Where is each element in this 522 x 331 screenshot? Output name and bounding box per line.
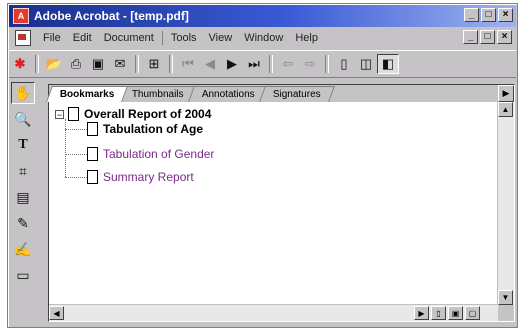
bookmark-label: Tabulation of Gender <box>103 147 215 161</box>
menu-file[interactable]: File <box>37 32 67 44</box>
tab-thumbnails[interactable]: Thumbnails <box>118 86 199 102</box>
toolbar-divider <box>135 55 139 73</box>
toolbar: ✱ 📂 ⎙ ▣ ✉ ⊞ ⏮ ◀ ▶ ⏭ ⇦ ⇨ ▯ ◫ ◧ <box>9 50 516 78</box>
bookmark-label: Overall Report of 2004 <box>84 107 212 121</box>
crop-tool-icon[interactable]: ⌗ <box>11 160 35 182</box>
tab-bookmarks[interactable]: Bookmarks <box>46 86 129 102</box>
delete-bookmark-icon[interactable]: ▢ <box>465 306 480 320</box>
zoom-tool-icon[interactable]: 🔍 <box>11 108 35 130</box>
tool-palette: ✋ 🔍 T ⌗ ▤ ✎ ✍ ▭ <box>11 82 39 322</box>
scroll-down-icon[interactable]: ▼ <box>498 290 513 305</box>
acrobat-icon[interactable]: A <box>13 8 29 24</box>
bookmark-root[interactable]: − Overall Report of 2004 <box>55 107 211 121</box>
vertical-scrollbar[interactable]: ▲ ▼ <box>497 102 514 305</box>
toolbar-divider <box>269 55 273 73</box>
menu-bar: File Edit Document Tools View Window Hel… <box>9 28 516 48</box>
maximize-button[interactable]: □ <box>481 8 496 22</box>
tab-annotations[interactable]: Annotations <box>188 86 269 102</box>
bookmark-page-icon <box>87 170 98 184</box>
menu-document[interactable]: Document <box>98 32 160 44</box>
tree-connector <box>65 177 87 178</box>
menu-help[interactable]: Help <box>289 32 324 44</box>
thumbnails-page-icon[interactable]: ◧ <box>377 54 399 74</box>
tree-connector <box>65 119 66 177</box>
bookmark-page-icon <box>87 122 98 136</box>
bookmark-page-icon <box>87 147 98 161</box>
prev-page-icon[interactable]: ◀ <box>199 54 221 74</box>
email-icon[interactable]: ✉ <box>109 54 131 74</box>
note-tool-icon[interactable]: ▤ <box>11 186 35 208</box>
close-button[interactable]: × <box>498 8 513 22</box>
bookmark-label: Summary Report <box>103 170 194 184</box>
pane-bottom-tools: ▶ ▯ ▣ ▢ <box>414 306 480 320</box>
first-page-icon[interactable]: ⏮ <box>177 54 199 74</box>
bookmark-item[interactable]: Tabulation of Age <box>87 122 203 136</box>
bookmark-label: Tabulation of Age <box>103 122 203 136</box>
tree-connector <box>65 154 87 155</box>
bookmark-item[interactable]: Summary Report <box>87 170 194 184</box>
new-bookmark-icon[interactable]: ▯ <box>431 306 446 320</box>
menu-divider <box>161 31 163 45</box>
bookmark-options-icon[interactable]: ▣ <box>448 306 463 320</box>
menu-edit[interactable]: Edit <box>67 32 98 44</box>
print-icon[interactable]: ⎙ <box>65 54 87 74</box>
pane-tabs: Bookmarks Thumbnails Annotations Signatu… <box>46 85 498 102</box>
toolbar-divider <box>35 55 39 73</box>
page-tool-icon[interactable]: ▭ <box>11 264 35 286</box>
toolbar-divider <box>325 55 329 73</box>
bookmarks-page-icon[interactable]: ◫ <box>355 54 377 74</box>
doc-close-button[interactable]: × <box>497 30 512 44</box>
navigation-pane: Bookmarks Thumbnails Annotations Signatu… <box>46 84 515 322</box>
tree-connector <box>65 129 87 130</box>
menu-view[interactable]: View <box>203 32 239 44</box>
open-file-icon[interactable]: 📂 <box>43 54 65 74</box>
fit-page-icon[interactable]: ⊞ <box>143 54 165 74</box>
tab-scroll-right-icon[interactable]: ▶ <box>498 85 514 102</box>
go-forward-icon[interactable]: ⇨ <box>299 54 321 74</box>
acrobat-window: A Adobe Acrobat - [temp.pdf] _ □ × File … <box>7 3 518 328</box>
menu-tools[interactable]: Tools <box>165 32 203 44</box>
page-only-icon[interactable]: ▯ <box>333 54 355 74</box>
doc-restore-button[interactable]: □ <box>480 30 495 44</box>
acrobat-logo-icon: ✱ <box>14 56 26 71</box>
bookmark-item[interactable]: Tabulation of Gender <box>87 147 214 161</box>
scroll-left-icon[interactable]: ◀ <box>49 306 64 320</box>
scrollbar-corner <box>498 305 514 321</box>
horizontal-scrollbar[interactable]: ◀ ▶ ▯ ▣ ▢ <box>49 304 498 321</box>
scroll-right-icon[interactable]: ▶ <box>414 306 429 320</box>
save-icon[interactable]: ▣ <box>87 54 109 74</box>
hand-tool-icon[interactable]: ✋ <box>11 82 35 104</box>
highlight-tool-icon[interactable]: ✍ <box>11 238 35 260</box>
title-bar[interactable]: A Adobe Acrobat - [temp.pdf] _ □ × <box>9 5 516 27</box>
menu-window[interactable]: Window <box>238 32 289 44</box>
scroll-up-icon[interactable]: ▲ <box>498 102 513 117</box>
bookmark-page-icon <box>68 107 79 121</box>
tab-signatures[interactable]: Signatures <box>259 86 335 102</box>
document-icon[interactable] <box>15 30 31 46</box>
toolbar-divider <box>169 55 173 73</box>
text-select-icon[interactable]: T <box>11 134 35 156</box>
doc-minimize-button[interactable]: _ <box>463 30 478 44</box>
collapse-icon[interactable]: − <box>55 109 64 119</box>
next-page-icon[interactable]: ▶ <box>221 54 243 74</box>
last-page-icon[interactable]: ⏭ <box>243 54 265 74</box>
minimize-button[interactable]: _ <box>464 8 479 22</box>
window-title: Adobe Acrobat - [temp.pdf] <box>34 9 189 23</box>
go-back-icon[interactable]: ⇦ <box>277 54 299 74</box>
pencil-tool-icon[interactable]: ✎ <box>11 212 35 234</box>
